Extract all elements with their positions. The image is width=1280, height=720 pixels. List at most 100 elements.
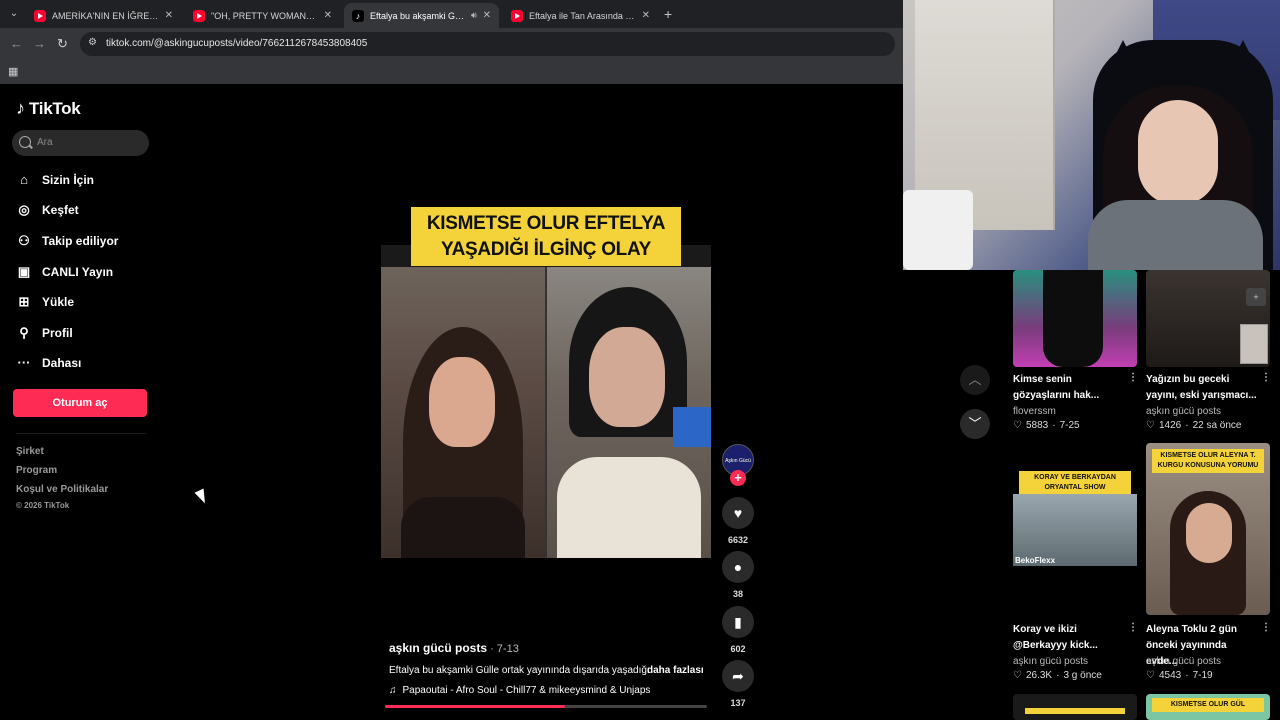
- tiktok-note-icon: ♪: [16, 98, 25, 118]
- share-icon: ➦: [732, 668, 744, 684]
- back-icon[interactable]: ←: [10, 36, 23, 51]
- compass-icon: ◎: [18, 202, 30, 217]
- card-title[interactable]: Yağızın bu geceki yayını, eski yarışmacı…: [1146, 372, 1258, 404]
- sidebar-item-profile[interactable]: ⚲ Profil: [16, 323, 72, 343]
- browser-tab-active[interactable]: ♪ Eftalya bu akşamki Gülle ortak 🔊︎ ✕: [344, 3, 499, 28]
- video-thumbnail[interactable]: KISMETSE OLUR GÜL: [1146, 694, 1270, 720]
- like-count: 6632: [727, 535, 749, 545]
- video-player[interactable]: [381, 245, 711, 558]
- video-right-panel: [547, 267, 711, 558]
- browser-tab[interactable]: Eftalya ile Tan Arasında Büyük Gerilim ✕: [503, 3, 658, 28]
- card-author[interactable]: aşkın gücü posts: [1146, 406, 1221, 417]
- browser-tab[interactable]: "OH, PRETTY WOMAN" - Roy Orbison ✕: [185, 3, 340, 28]
- share-count: 137: [730, 698, 746, 708]
- card-more-icon[interactable]: ⋮: [1261, 622, 1271, 633]
- tiktok-logo[interactable]: ♪ TikTok: [16, 98, 81, 119]
- left-body-shape: [401, 497, 525, 558]
- card-likes: 1426: [1158, 420, 1182, 431]
- bookmarks-bar: ▦: [0, 60, 903, 84]
- card-stats: ♡ 5883 · 7-25: [1013, 420, 1080, 431]
- video-date: · 7-13: [487, 643, 519, 655]
- profile-icon: ⚲: [19, 325, 29, 340]
- card-age: 3 g önce: [1063, 670, 1102, 681]
- sidebar-item-more[interactable]: ··· Dahası: [16, 353, 82, 373]
- webcam-overlay: [903, 0, 1280, 270]
- sidebar-item-upload[interactable]: ⊞ Yükle: [16, 292, 74, 312]
- see-more-link[interactable]: daha fazlası: [647, 665, 704, 676]
- card-author[interactable]: floverssm: [1013, 406, 1056, 417]
- card-more-icon[interactable]: ⋮: [1261, 372, 1271, 383]
- webcam-face-shape: [1138, 100, 1218, 205]
- sidebar-divider: [16, 433, 146, 434]
- next-video-button[interactable]: ﹀: [960, 409, 990, 439]
- sidebar-item-label: Takip ediliyor: [42, 234, 119, 248]
- webcam-shirt-shape: [1088, 200, 1263, 270]
- video-thumbnail[interactable]: [1013, 270, 1137, 367]
- footer-link-terms[interactable]: Koşul ve Politikalar: [16, 484, 108, 495]
- like-button[interactable]: ♥: [722, 497, 754, 529]
- reload-icon[interactable]: ↻: [57, 36, 68, 52]
- card-age: 7-19: [1192, 670, 1213, 681]
- sidebar-item-label: Dahası: [42, 356, 82, 370]
- card-author[interactable]: aşkın gücü posts: [1146, 656, 1221, 667]
- card-author[interactable]: aşkın gücü posts: [1013, 656, 1088, 667]
- music-title: Papaoutai - Afro Soul - Chill77 & mikeey…: [402, 685, 651, 696]
- thumb-caption: KISMETSE OLUR GÜL: [1152, 698, 1264, 712]
- caption-line: YAŞADIĞI İLGİNÇ OLAY: [440, 239, 652, 260]
- video-left-panel: [381, 267, 545, 558]
- footer-link-company[interactable]: Şirket: [16, 446, 44, 457]
- new-tab-icon[interactable]: +: [664, 6, 672, 22]
- thumb-figure-shape: [1043, 270, 1103, 367]
- sidebar-item-following[interactable]: ⚇ Takip ediliyor: [16, 231, 118, 251]
- video-author[interactable]: aşkın gücü posts · 7-13: [389, 641, 519, 655]
- card-separator: ·: [1185, 420, 1189, 431]
- chevron-down-icon: ﹀: [968, 416, 982, 431]
- browser-tab[interactable]: AMERİKA'NIN EN İĞRENÇ PROJESİ ✕: [26, 3, 181, 28]
- bookmark-button[interactable]: ▮: [722, 606, 754, 638]
- sidebar-item-live[interactable]: ▣ CANLI Yayın: [16, 262, 113, 282]
- close-tab-icon[interactable]: ✕: [165, 10, 173, 21]
- right-body-shape: [557, 457, 701, 558]
- comment-button[interactable]: ●: [722, 551, 754, 583]
- thumb-face-shape: [1186, 503, 1232, 563]
- tab-title: AMERİKA'NIN EN İĞRENÇ PROJESİ: [52, 10, 159, 21]
- card-title[interactable]: Koray ve ikizi @Berkayyy kick...: [1013, 622, 1125, 654]
- search-input[interactable]: Ara: [12, 130, 149, 156]
- card-stats: ♡ 26.3K · 3 g önce: [1013, 670, 1102, 681]
- card-title[interactable]: Kimse senin gözyaşlarını hak...: [1013, 372, 1125, 404]
- webcam-chair-ear-shape: [1223, 40, 1263, 80]
- site-info-icon[interactable]: ⚙: [88, 37, 100, 49]
- speaker-icon[interactable]: 🔊︎: [471, 10, 477, 21]
- heart-outline-icon: ♡: [1013, 420, 1022, 431]
- card-more-icon[interactable]: ⋮: [1128, 622, 1138, 633]
- apps-grid-icon[interactable]: ▦: [8, 65, 18, 78]
- author-name: aşkın gücü posts: [389, 641, 488, 655]
- footer-link-program[interactable]: Program: [16, 465, 57, 476]
- follow-plus-icon[interactable]: +: [730, 470, 746, 486]
- comment-icon: ●: [733, 559, 743, 575]
- close-tab-icon[interactable]: ✕: [642, 10, 650, 21]
- card-age: 7-25: [1059, 420, 1080, 431]
- card-more-icon[interactable]: ⋮: [1128, 372, 1138, 383]
- video-thumbnail[interactable]: [1013, 694, 1137, 720]
- video-music[interactable]: ♫ Papaoutai - Afro Soul - Chill77 & mike…: [389, 685, 650, 696]
- video-thumbnail[interactable]: KORAY VE BERKAYDAN ORYANTAL SHOW BekoFle…: [1013, 443, 1137, 615]
- url-input[interactable]: ⚙ tiktok.com/@askingucuposts/video/76621…: [80, 32, 895, 56]
- forward-icon[interactable]: →: [33, 36, 46, 51]
- close-tab-icon[interactable]: ✕: [483, 10, 491, 21]
- previous-video-button[interactable]: ︿: [960, 365, 990, 395]
- close-tab-icon[interactable]: ✕: [324, 10, 332, 21]
- sidebar-item-for-you[interactable]: ⌂ Sizin İçin: [16, 170, 94, 190]
- share-button[interactable]: ➦: [722, 660, 754, 692]
- video-thumbnail[interactable]: KISMETSE OLUR ALEYNA T. KURGU KONUSUNA Y…: [1146, 443, 1270, 615]
- video-thumbnail[interactable]: +: [1146, 270, 1270, 367]
- card-age: 22 sa önce: [1192, 420, 1242, 431]
- caption-line: KISMETSE OLUR EFTELYA: [426, 213, 666, 234]
- thumb-caption: KISMETSE OLUR ALEYNA T. KURGU KONUSUNA Y…: [1152, 449, 1264, 473]
- login-button[interactable]: Oturum aç: [13, 389, 147, 417]
- sidebar-item-explore[interactable]: ◎ Keşfet: [16, 200, 79, 220]
- video-progress-bar[interactable]: [385, 705, 707, 708]
- sidebar-item-label: Keşfet: [42, 203, 79, 217]
- tab-search-icon[interactable]: ⌄: [6, 6, 22, 22]
- webcam-chair-ear-shape: [1103, 40, 1143, 80]
